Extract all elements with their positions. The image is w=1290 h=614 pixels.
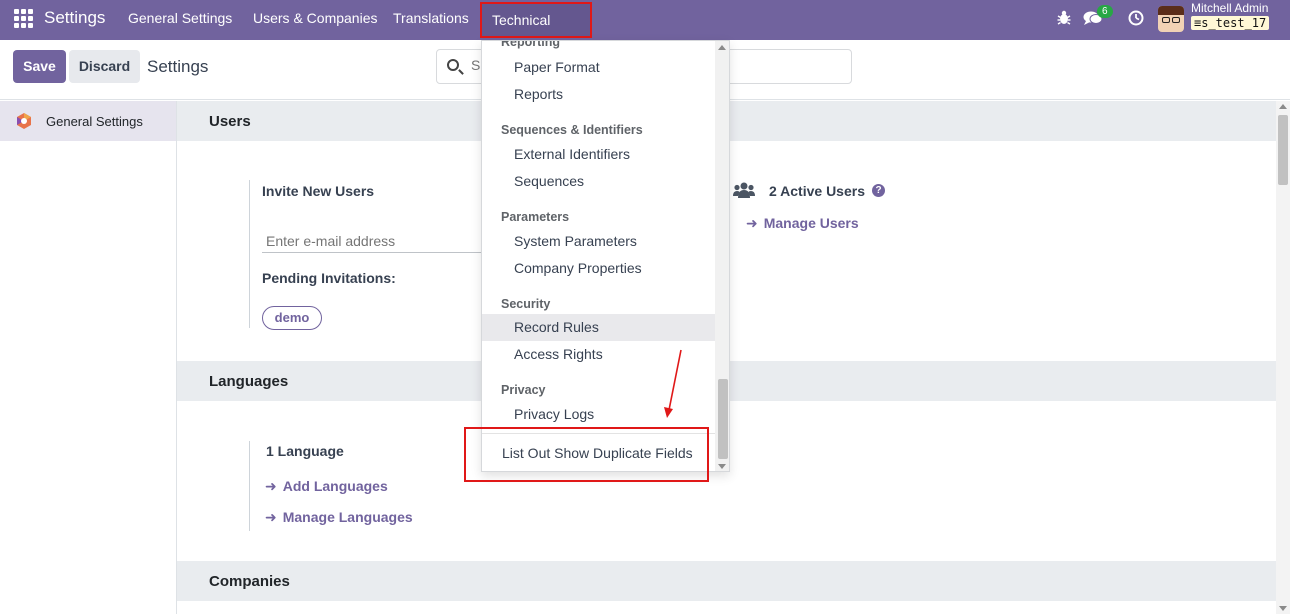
section-title: Users	[209, 113, 251, 130]
dropdown-header-sequences: Sequences & Identifiers	[501, 123, 643, 137]
save-button[interactable]: Save	[13, 50, 66, 83]
section-title: Companies	[209, 573, 290, 590]
add-languages-link[interactable]: ➜ Add Languages	[265, 478, 388, 495]
help-icon[interactable]: ?	[872, 184, 885, 197]
menu-general-settings[interactable]: General Settings	[128, 10, 232, 26]
top-navbar: Settings General Settings Users & Compan…	[0, 0, 1290, 40]
menu-item-record-rules[interactable]: Record Rules	[482, 314, 715, 341]
dropdown-header-parameters: Parameters	[501, 210, 570, 224]
email-field[interactable]	[262, 229, 502, 253]
menu-item-system-parameters[interactable]: System Parameters	[482, 228, 715, 255]
arrow-right-icon: ➜	[746, 215, 758, 231]
discard-button[interactable]: Discard	[69, 50, 140, 83]
pending-invitation-tag[interactable]: demo	[262, 306, 322, 330]
manage-languages-link[interactable]: ➜ Manage Languages	[265, 509, 413, 526]
sidebar-item-general-settings[interactable]: General Settings	[0, 101, 176, 141]
menu-item-sequences[interactable]: Sequences	[482, 168, 715, 195]
invite-users-label: Invite New Users	[262, 183, 375, 199]
scroll-thumb[interactable]	[1278, 115, 1288, 185]
bug-icon[interactable]	[1057, 10, 1071, 30]
pending-invitations-label: Pending Invitations:	[262, 270, 396, 286]
dropdown-header-reporting: Reporting	[501, 40, 561, 49]
scroll-up-icon[interactable]	[718, 45, 726, 50]
database-name: ≡s_test_17	[1191, 16, 1270, 30]
menu-item-reports[interactable]: Reports	[482, 81, 715, 108]
annotation-highlight-box	[464, 427, 709, 482]
clock-icon[interactable]	[1128, 10, 1144, 30]
search-icon	[447, 59, 459, 71]
app-brand[interactable]: Settings	[44, 8, 105, 28]
dropdown-header-security: Security	[501, 297, 551, 311]
dropdown-scrollbar[interactable]	[715, 41, 729, 471]
language-count: 1 Language	[266, 443, 344, 459]
user-avatar[interactable]	[1158, 6, 1184, 32]
technical-dropdown-menu: Reporting Paper Format Reports Sequences…	[481, 40, 730, 472]
manage-users-link[interactable]: ➜ Manage Users	[746, 215, 859, 232]
user-name[interactable]: Mitchell Admin	[1191, 1, 1268, 15]
menu-item-paper-format[interactable]: Paper Format	[482, 54, 715, 81]
scroll-down-icon[interactable]	[718, 464, 726, 469]
page-title: Settings	[147, 57, 209, 76]
menu-users-companies[interactable]: Users & Companies	[253, 10, 378, 26]
settings-sidebar: General Settings	[0, 101, 177, 614]
arrow-right-icon: ➜	[265, 509, 277, 525]
dropdown-header-privacy: Privacy	[501, 383, 546, 397]
scroll-down-icon[interactable]	[1279, 606, 1287, 611]
scroll-up-icon[interactable]	[1279, 104, 1287, 109]
section-companies-header: Companies	[177, 561, 1276, 601]
arrow-right-icon: ➜	[265, 478, 277, 494]
scroll-thumb[interactable]	[718, 379, 728, 459]
apps-menu-icon[interactable]	[14, 9, 33, 28]
divider	[249, 180, 250, 328]
chat-badge: 6	[1097, 5, 1113, 18]
section-title: Languages	[209, 373, 289, 390]
users-icon	[733, 182, 755, 198]
annotation-arrow-icon	[664, 349, 682, 418]
active-users-count: 2 Active Users	[769, 183, 865, 199]
menu-item-company-properties[interactable]: Company Properties	[482, 255, 715, 282]
divider	[249, 441, 250, 531]
menu-translations[interactable]: Translations	[393, 10, 469, 26]
menu-item-external-identifiers[interactable]: External Identifiers	[482, 141, 715, 168]
menu-technical[interactable]: Technical	[480, 2, 592, 38]
settings-logo-icon	[17, 113, 31, 129]
page-scrollbar[interactable]	[1276, 101, 1290, 614]
sidebar-item-label: General Settings	[46, 114, 143, 129]
